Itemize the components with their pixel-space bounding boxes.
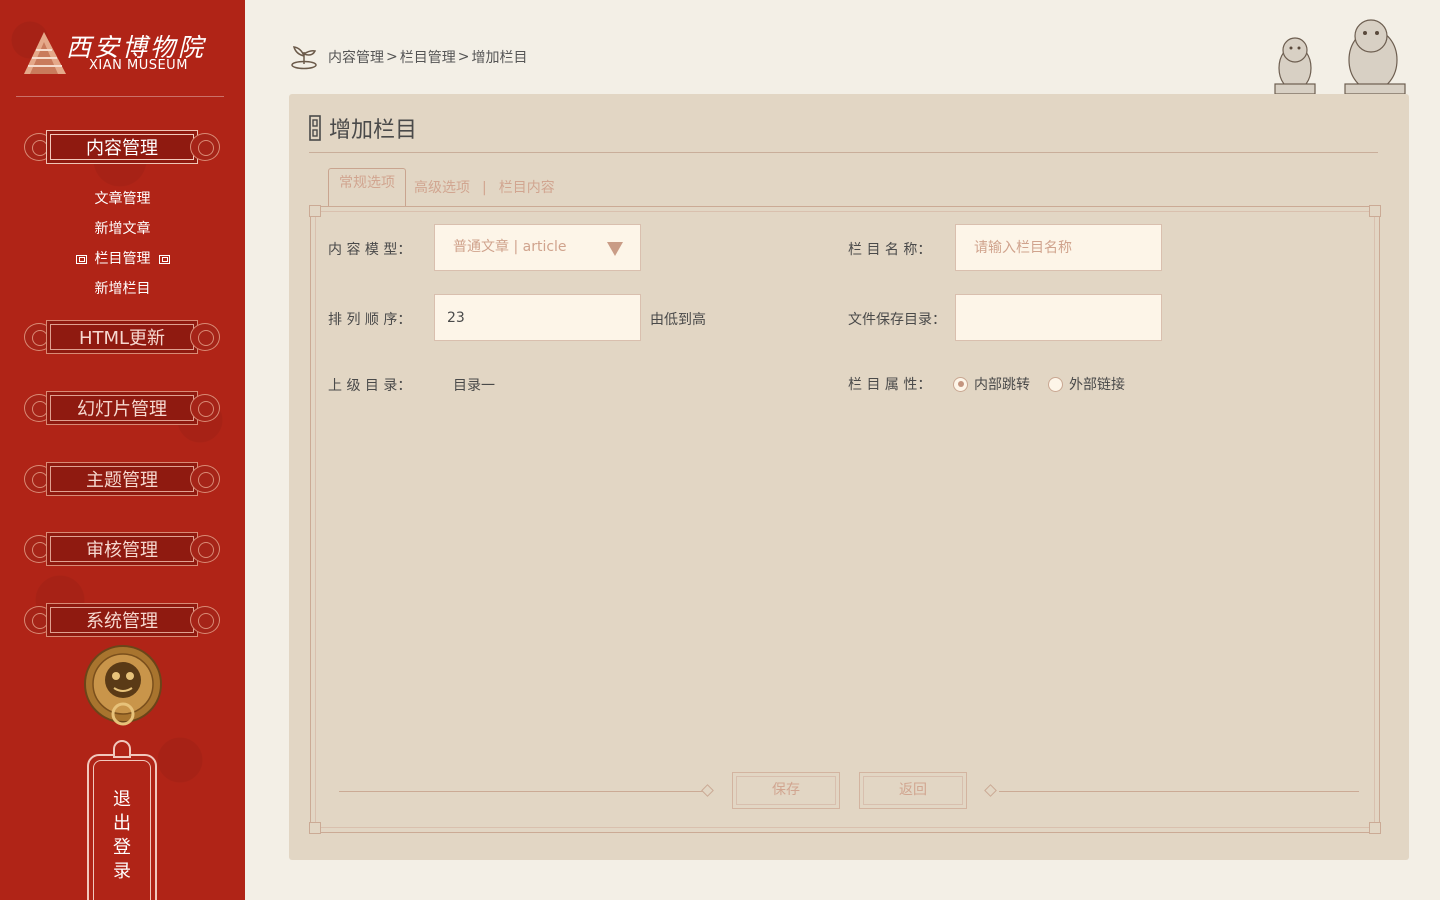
content-model-value: 普通文章 | article <box>453 239 567 255</box>
logout-label: 退 出 登 录 <box>113 789 131 882</box>
parent-dir-label: 上 级 目 录： <box>328 378 412 394</box>
logo-english-name: XIAN MUSEUM <box>89 58 188 73</box>
logo-divider <box>16 96 224 97</box>
tab-bar: 常规选项 高级选项 | 栏目内容 <box>328 166 563 206</box>
corner-ornament-icon <box>1369 822 1381 834</box>
save-dir-label: 文件保存目录： <box>848 312 946 328</box>
save-button[interactable]: 保存 <box>732 772 840 809</box>
menu-html-update[interactable]: HTML更新 <box>22 316 222 358</box>
main-panel: 增加栏目 常规选项 高级选项 | 栏目内容 内 容 模 型： 普通文章 | ar… <box>289 94 1409 860</box>
submenu-article-management[interactable]: 文章管理 <box>0 188 245 208</box>
menu-label: 系统管理 <box>86 611 158 632</box>
cloud-ornament-icon <box>190 394 220 422</box>
lion-statues-image <box>1274 19 1406 95</box>
museum-logo[interactable]: 西安博物院 XIAN MUSEUM <box>22 28 222 78</box>
submenu-new-article[interactable]: 新增文章 <box>0 218 245 238</box>
meander-mark-icon <box>158 254 170 264</box>
submenu-label: 栏目管理 <box>94 251 151 267</box>
column-name-label: 栏 目 名 称： <box>848 242 932 258</box>
radio-label: 内部跳转 <box>974 377 1030 393</box>
breadcrumb-separator: > <box>457 49 470 65</box>
page-title: 增加栏目 <box>309 112 417 144</box>
radio-checked-icon <box>953 376 968 392</box>
tab-advanced[interactable]: 高级选项 <box>406 174 478 206</box>
tab-column-content[interactable]: 栏目内容 <box>491 174 563 206</box>
menu-label: 内容管理 <box>86 138 158 159</box>
corner-ornament-icon <box>309 822 321 834</box>
column-attr-radio-group: 内部跳转 外部链接 <box>953 374 1143 394</box>
sort-order-label: 排 列 顺 序： <box>328 312 412 328</box>
logout-button[interactable]: 退 出 登 录 <box>87 740 157 900</box>
breadcrumb-item[interactable]: 内容管理 <box>328 47 384 67</box>
pagoda-logo-icon <box>24 32 66 74</box>
sprout-icon <box>291 46 317 70</box>
radio-external-link[interactable]: 外部链接 <box>1048 374 1125 394</box>
content-model-label: 内 容 模 型： <box>328 242 412 258</box>
parent-dir-value[interactable]: 目录一 <box>453 375 495 395</box>
button-row-line-left <box>339 791 703 792</box>
tab-general[interactable]: 常规选项 <box>328 168 406 206</box>
menu-review-management[interactable]: 审核管理 <box>22 528 222 570</box>
menu-system-management[interactable]: 系统管理 <box>22 599 222 641</box>
menu-label: 审核管理 <box>86 540 158 561</box>
save-dir-input[interactable] <box>955 294 1162 341</box>
radio-unchecked-icon <box>1048 376 1063 392</box>
submenu-column-management[interactable]: 栏目管理 <box>0 248 245 268</box>
menu-theme-management[interactable]: 主题管理 <box>22 458 222 500</box>
title-divider <box>309 152 1378 153</box>
sidebar: 西安博物院 XIAN MUSEUM 内容管理 文章管理 新增文章 栏目管理 新增… <box>0 0 245 900</box>
cloud-ornament-icon <box>190 606 220 634</box>
menu-content-management[interactable]: 内容管理 <box>22 126 222 168</box>
breadcrumb-current: 增加栏目 <box>471 50 528 66</box>
radio-label: 外部链接 <box>1069 377 1125 393</box>
menu-label: 幻灯片管理 <box>77 399 167 420</box>
cloud-ornament-icon <box>190 465 220 493</box>
menu-slideshow-management[interactable]: 幻灯片管理 <box>22 387 222 429</box>
page-title-text: 增加栏目 <box>329 118 418 143</box>
breadcrumb-item[interactable]: 栏目管理 <box>400 47 456 67</box>
breadcrumb-separator: > <box>386 49 398 65</box>
cloud-ornament-icon <box>190 535 220 563</box>
menu-label: HTML更新 <box>78 328 166 349</box>
corner-ornament-icon <box>1369 205 1381 217</box>
cloud-ornament-icon <box>190 323 220 351</box>
column-attr-label: 栏 目 属 性： <box>848 377 932 393</box>
radio-internal-jump[interactable]: 内部跳转 <box>953 374 1030 394</box>
cloud-ornament-icon <box>190 133 220 161</box>
back-button[interactable]: 返回 <box>859 772 967 809</box>
sort-order-hint: 由低到高 <box>650 312 706 328</box>
sort-order-input[interactable] <box>434 294 641 341</box>
chevron-down-icon <box>607 242 623 256</box>
logout-ornament-icon <box>113 740 131 758</box>
meander-mark-icon <box>75 254 87 264</box>
tab-separator: | <box>482 180 487 196</box>
meander-title-icon <box>309 115 321 141</box>
menu-label: 主题管理 <box>86 470 158 491</box>
button-row-line-right <box>999 791 1359 792</box>
door-knocker-image <box>84 645 162 726</box>
content-model-select[interactable]: 普通文章 | article <box>434 224 641 271</box>
corner-ornament-icon <box>309 205 321 217</box>
submenu-new-column[interactable]: 新增栏目 <box>0 278 245 298</box>
breadcrumb: 内容管理 > 栏目管理 > 增加栏目 <box>290 44 527 70</box>
column-name-input[interactable] <box>955 224 1162 271</box>
